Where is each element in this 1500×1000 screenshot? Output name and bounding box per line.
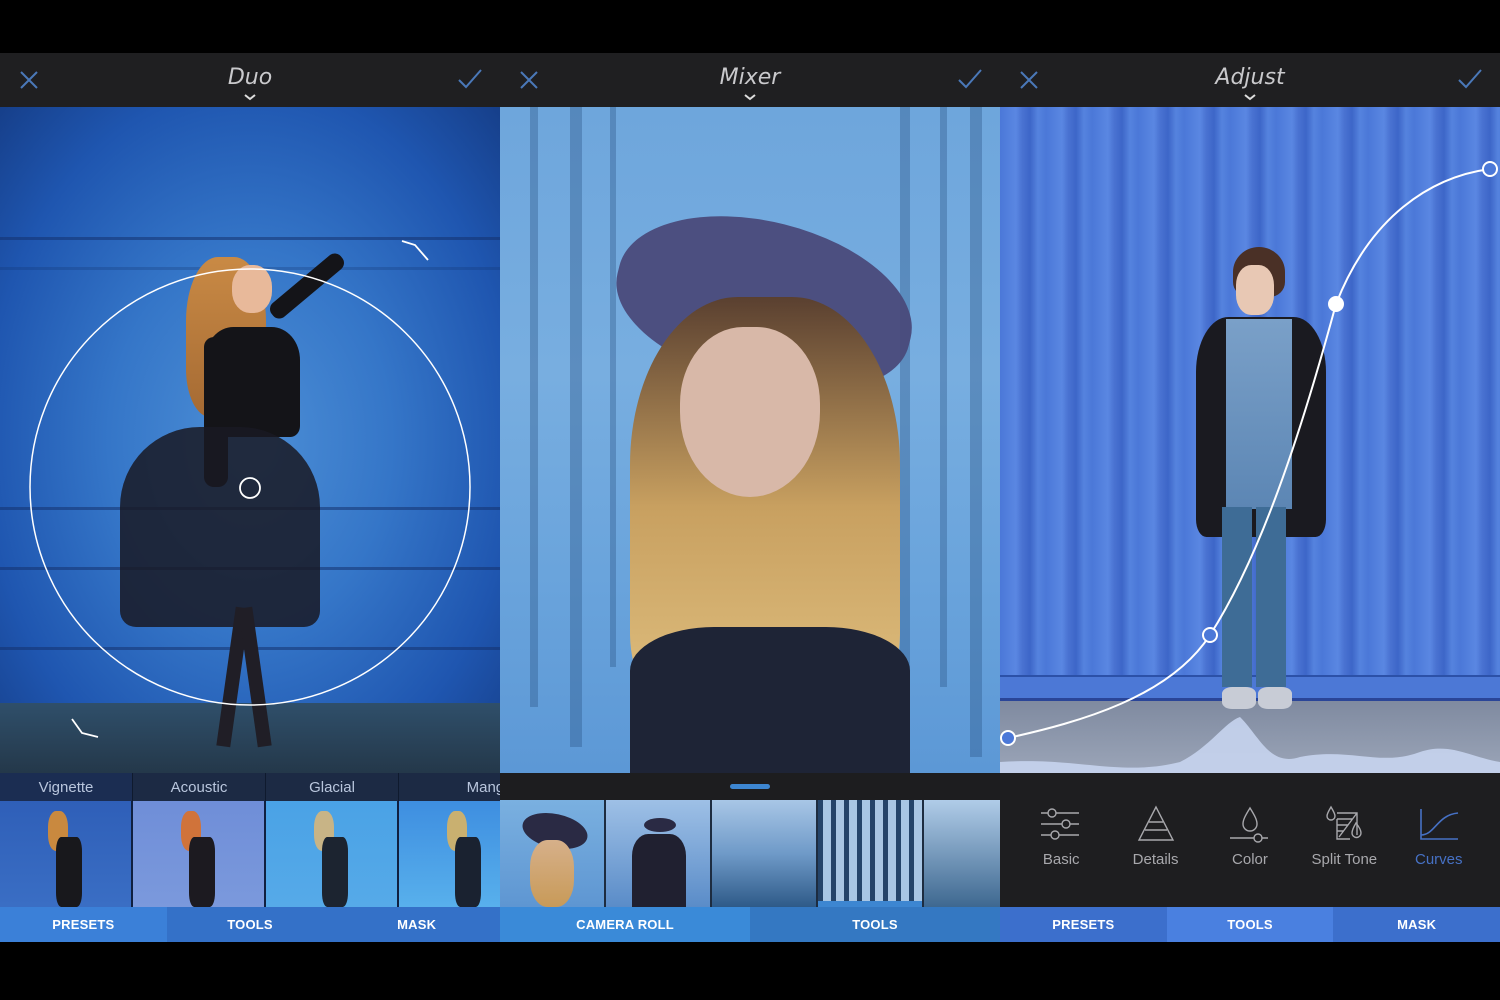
tree-trunk — [530, 107, 538, 707]
tree-trunk — [940, 107, 947, 687]
preset-labels-row: Vignette Acoustic Glacial Mangata — [0, 773, 500, 801]
sliders-icon — [1041, 808, 1080, 840]
tab-tools[interactable]: TOOLS — [1166, 907, 1334, 942]
curve-point-shadows[interactable] — [1202, 627, 1218, 643]
preset-label-mangata[interactable]: Mangata — [399, 773, 500, 801]
rotate-handle-bottom[interactable] — [71, 718, 99, 738]
duo-header: Duo — [0, 53, 500, 107]
tool-label: Details — [1132, 851, 1179, 868]
tool-curves[interactable]: Curves — [1395, 773, 1483, 907]
tool-label: Color — [1232, 851, 1268, 868]
adjust-photo-canvas[interactable] — [1000, 107, 1500, 773]
tab-presets[interactable]: PRESETS — [1000, 907, 1167, 942]
preset-thumb-acoustic[interactable] — [133, 801, 266, 907]
preset-label-glacial[interactable]: Glacial — [266, 773, 399, 801]
tab-tools[interactable]: TOOLS — [166, 907, 334, 942]
drawer-drag-handle[interactable] — [730, 784, 770, 789]
tree-trunk — [570, 107, 582, 747]
tool-details[interactable]: Details — [1112, 773, 1200, 907]
pyramid-icon — [1137, 805, 1174, 841]
adjust-panel: Adjust Basic Details Color Split Tone Cu… — [1000, 53, 1500, 942]
adjust-title[interactable]: Adjust — [1000, 65, 1500, 90]
rotate-handle-top[interactable] — [401, 240, 429, 261]
mixer-thumb-woman-full[interactable] — [606, 800, 712, 907]
mixer-tabbar: CAMERA ROLL TOOLS — [500, 907, 1000, 942]
radial-center-handle[interactable] — [239, 477, 261, 499]
preset-thumb-vignette[interactable] — [0, 801, 133, 907]
curves-icon — [1419, 809, 1458, 840]
duo-title[interactable]: Duo — [0, 65, 500, 90]
mixer-thumb-misty-forest[interactable] — [712, 800, 818, 907]
duo-photo-canvas[interactable] — [0, 107, 500, 773]
mixer-thumb-forest-trunks[interactable] — [818, 800, 924, 907]
mixer-photo-canvas[interactable] — [500, 107, 1000, 773]
adjust-tools: Basic Details Color Split Tone Curves — [1000, 773, 1500, 907]
mixer-title[interactable]: Mixer — [500, 65, 1000, 90]
tool-color[interactable]: Color — [1206, 773, 1294, 907]
duo-tabbar: PRESETS TOOLS MASK — [0, 907, 500, 942]
tool-basic[interactable]: Basic — [1017, 773, 1105, 907]
duo-panel: Duo Vignette Acoustic Glacial Mang PRESE… — [0, 53, 500, 942]
checkmark-icon[interactable] — [956, 67, 984, 91]
preset-thumbnails — [0, 801, 500, 907]
curve-area-guide — [1000, 169, 1492, 771]
preset-thumb-glacial[interactable] — [266, 801, 399, 907]
chevron-down-icon[interactable] — [244, 93, 256, 101]
chevron-down-icon[interactable] — [1244, 93, 1256, 101]
tab-camera-roll[interactable]: CAMERA ROLL — [500, 907, 750, 942]
checkmark-icon[interactable] — [456, 67, 484, 91]
curve-point-white[interactable] — [1482, 161, 1498, 177]
split-tone-icon — [1326, 805, 1363, 840]
drawer-handle-bar — [500, 773, 1000, 800]
tree-trunk — [970, 107, 982, 757]
tool-split-tone[interactable]: Split Tone — [1300, 773, 1388, 907]
tone-curve-line[interactable] — [1007, 168, 1491, 739]
drop-slider-icon — [1229, 806, 1268, 843]
app-screens: Duo Vignette Acoustic Glacial Mang PRESE… — [0, 53, 1500, 942]
tab-presets[interactable]: PRESETS — [0, 907, 167, 942]
tool-label: Split Tone — [1311, 851, 1378, 868]
checkmark-icon[interactable] — [1456, 67, 1484, 91]
preset-label-acoustic[interactable]: Acoustic — [133, 773, 266, 801]
adjust-header: Adjust — [1000, 53, 1500, 107]
preset-thumb-mangata[interactable] — [399, 801, 500, 907]
mixer-thumb-woman-portrait[interactable] — [500, 800, 606, 907]
preset-label-vignette[interactable]: Vignette — [0, 773, 133, 801]
tab-mask[interactable]: MASK — [333, 907, 500, 942]
chevron-down-icon[interactable] — [744, 93, 756, 101]
curve-point-black[interactable] — [1000, 730, 1016, 746]
mixer-header: Mixer — [500, 53, 1000, 107]
mixer-thumbnails — [500, 800, 1000, 907]
mixer-panel: Mixer CAMERA ROLL TOOLS — [500, 53, 1000, 942]
tool-label: Curves — [1414, 851, 1463, 868]
histogram — [1000, 717, 1500, 773]
curve-point-highlights[interactable] — [1328, 296, 1344, 312]
tree-trunk — [610, 107, 616, 667]
tool-label: Basic — [1042, 851, 1080, 868]
tree-trunk — [900, 107, 910, 727]
tab-tools[interactable]: TOOLS — [750, 907, 1000, 942]
mixer-thumb-snowy-pines[interactable] — [924, 800, 1000, 907]
tab-mask[interactable]: MASK — [1333, 907, 1500, 942]
duo-radial-overlay[interactable] — [0, 107, 500, 773]
adjust-tabbar: PRESETS TOOLS MASK — [1000, 907, 1500, 942]
curves-overlay[interactable] — [1000, 107, 1500, 773]
radial-mask-ellipse[interactable] — [29, 268, 471, 706]
